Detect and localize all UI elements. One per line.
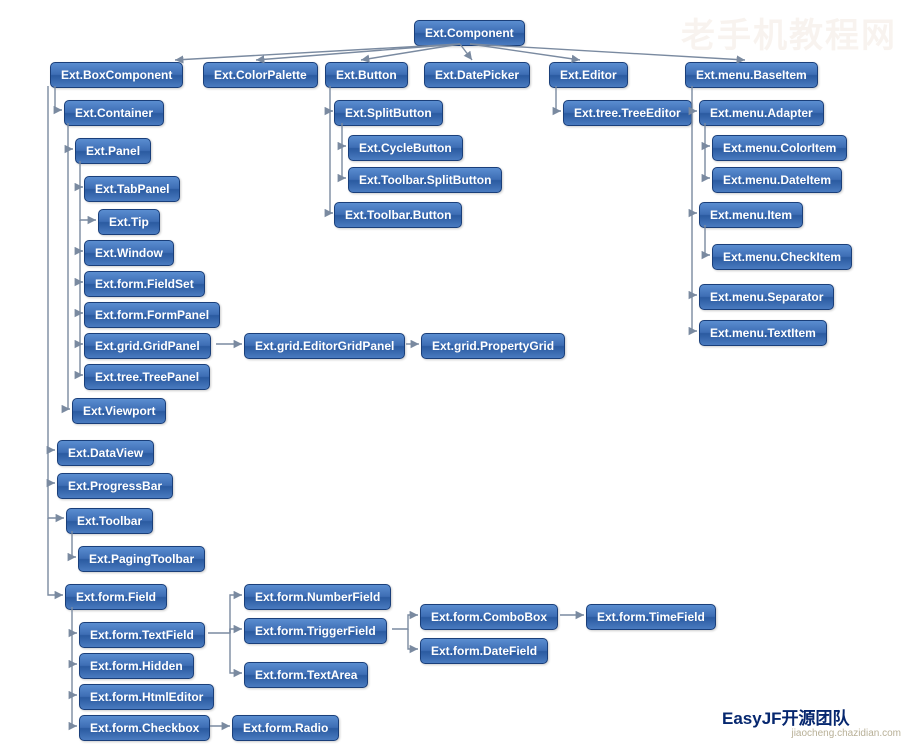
node-menu-adapter: Ext.menu.Adapter	[699, 100, 824, 126]
node-menu-dateitem: Ext.menu.DateItem	[712, 167, 842, 193]
watermark-big: 老手机教程网	[681, 8, 897, 57]
node-form-hidden: Ext.form.Hidden	[79, 653, 194, 679]
node-menu-textitem: Ext.menu.TextItem	[699, 320, 827, 346]
node-grid-propertygrid: Ext.grid.PropertyGrid	[421, 333, 565, 359]
node-form-htmleditor: Ext.form.HtmlEditor	[79, 684, 214, 710]
node-editor: Ext.Editor	[549, 62, 628, 88]
node-form-field: Ext.form.Field	[65, 584, 167, 610]
node-menu-item: Ext.menu.Item	[699, 202, 803, 228]
credit-label: EasyJF开源团队	[722, 704, 850, 729]
node-menu-baseitem: Ext.menu.BaseItem	[685, 62, 818, 88]
node-menu-checkitem: Ext.menu.CheckItem	[712, 244, 852, 270]
node-toolbar-splitbutton: Ext.Toolbar.SplitButton	[348, 167, 502, 193]
node-form-datefield: Ext.form.DateField	[420, 638, 548, 664]
node-form-combobox: Ext.form.ComboBox	[420, 604, 558, 630]
node-tip: Ext.Tip	[98, 209, 160, 235]
node-dataview: Ext.DataView	[57, 440, 154, 466]
node-form-triggerfield: Ext.form.TriggerField	[244, 618, 387, 644]
node-form-radio: Ext.form.Radio	[232, 715, 339, 741]
node-form-fieldset: Ext.form.FieldSet	[84, 271, 205, 297]
node-splitbutton: Ext.SplitButton	[334, 100, 443, 126]
node-component: Ext.Component	[414, 20, 525, 46]
node-tabpanel: Ext.TabPanel	[84, 176, 180, 202]
node-form-timefield: Ext.form.TimeField	[586, 604, 716, 630]
node-grid-gridpanel: Ext.grid.GridPanel	[84, 333, 211, 359]
node-colorpalette: Ext.ColorPalette	[203, 62, 318, 88]
node-grid-editorgridpanel: Ext.grid.EditorGridPanel	[244, 333, 405, 359]
node-container: Ext.Container	[64, 100, 164, 126]
node-form-textarea: Ext.form.TextArea	[244, 662, 368, 688]
node-form-numberfield: Ext.form.NumberField	[244, 584, 391, 610]
node-menu-coloritem: Ext.menu.ColorItem	[712, 135, 847, 161]
node-window: Ext.Window	[84, 240, 174, 266]
node-tree-treepanel: Ext.tree.TreePanel	[84, 364, 210, 390]
node-viewport: Ext.Viewport	[72, 398, 166, 424]
node-datepicker: Ext.DatePicker	[424, 62, 530, 88]
node-boxcomponent: Ext.BoxComponent	[50, 62, 183, 88]
node-progressbar: Ext.ProgressBar	[57, 473, 173, 499]
node-cyclebutton: Ext.CycleButton	[348, 135, 463, 161]
node-form-formpanel: Ext.form.FormPanel	[84, 302, 220, 328]
node-toolbar-button: Ext.Toolbar.Button	[334, 202, 462, 228]
node-pagingtoolbar: Ext.PagingToolbar	[78, 546, 205, 572]
node-button: Ext.Button	[325, 62, 408, 88]
node-menu-separator: Ext.menu.Separator	[699, 284, 834, 310]
node-tree-treeeditor: Ext.tree.TreeEditor	[563, 100, 692, 126]
node-panel: Ext.Panel	[75, 138, 151, 164]
node-form-checkbox: Ext.form.Checkbox	[79, 715, 210, 741]
watermark-small: jiaocheng.chazidian.com	[791, 728, 901, 740]
node-toolbar: Ext.Toolbar	[66, 508, 153, 534]
node-form-textfield: Ext.form.TextField	[79, 622, 205, 648]
